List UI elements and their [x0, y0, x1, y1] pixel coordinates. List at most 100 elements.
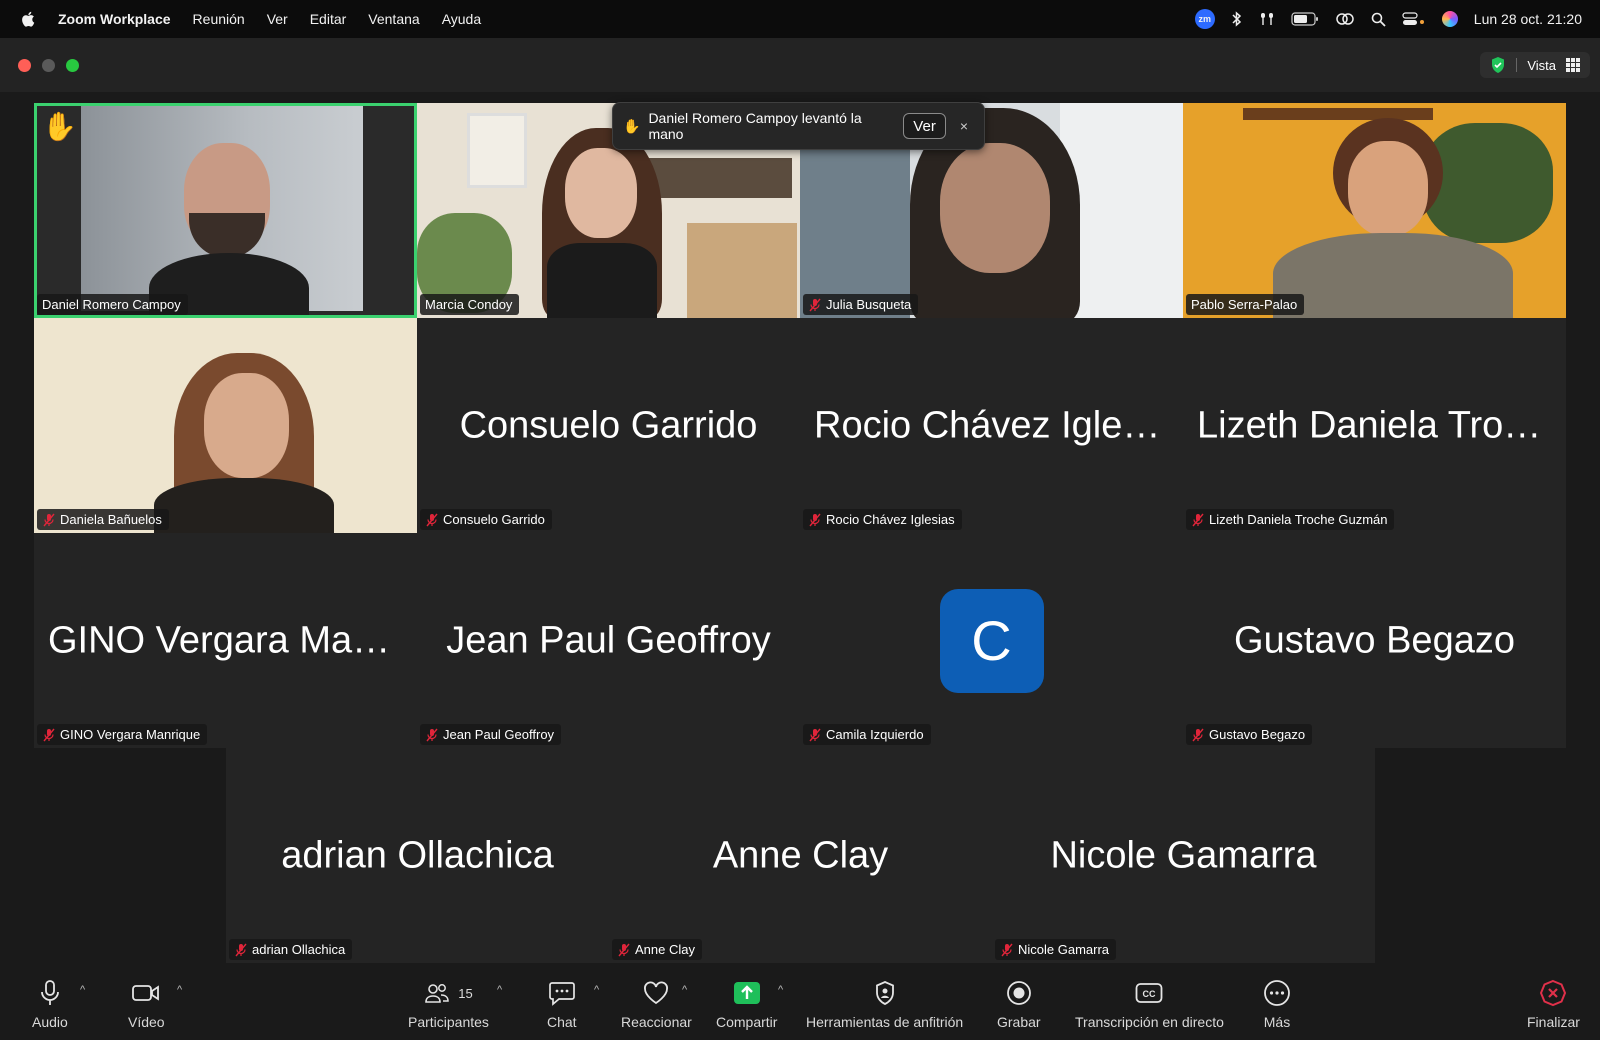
participant-name: Daniel Romero Campoy	[42, 297, 181, 312]
participants-options-chevron-up-icon[interactable]: ^	[497, 984, 502, 996]
video-gallery: ✋ Daniel Romero Campoy Marcia Condoy Jul…	[0, 92, 1600, 964]
avatar: C	[939, 588, 1044, 693]
host-tools-label: Herramientas de anfitrión	[806, 1014, 964, 1030]
muted-mic-icon	[43, 728, 55, 741]
participant-video	[34, 318, 417, 533]
participants-count: 15	[458, 985, 473, 1001]
participant-display-name: Rocio Chávez Iglesias	[814, 404, 1183, 446]
screen-mirroring-icon[interactable]	[1335, 11, 1355, 27]
video-button[interactable]: Vídeo	[128, 978, 165, 1030]
participant-name: Nicole Gamarra	[1018, 942, 1110, 957]
participant-tile-consuelo[interactable]: Consuelo Garrido Consuelo Garrido	[417, 318, 800, 533]
menu-app-name[interactable]: Zoom Workplace	[58, 11, 171, 27]
status-area: zm Lun 28 oct. 21:20	[1194, 9, 1582, 29]
participants-icon	[425, 984, 449, 1003]
participant-name-tag: Gustavo Begazo	[1186, 724, 1313, 745]
participant-name-tag: Consuelo Garrido	[420, 509, 552, 530]
participant-tile-lizeth[interactable]: Lizeth Daniela Troch... Lizeth Daniela T…	[1183, 318, 1566, 533]
participant-tile-gustavo[interactable]: Gustavo Begazo Gustavo Begazo	[1183, 533, 1566, 748]
record-button[interactable]: Grabar	[997, 978, 1041, 1030]
fullscreen-window-button[interactable]	[66, 58, 79, 72]
participant-tile-pablo[interactable]: Pablo Serra-Palao	[1183, 103, 1566, 318]
muted-mic-icon	[426, 513, 438, 526]
muted-mic-icon	[809, 298, 821, 311]
participants-button[interactable]: 15 Participantes	[408, 978, 489, 1030]
participant-tile-daniela[interactable]: Daniela Bañuelos	[34, 318, 417, 533]
audio-button[interactable]: Audio	[32, 978, 68, 1030]
svg-text:CC: CC	[1143, 989, 1156, 999]
spotlight-search-icon[interactable]	[1371, 12, 1386, 27]
audio-label: Audio	[32, 1014, 68, 1030]
menu-ayuda[interactable]: Ayuda	[442, 11, 481, 27]
participant-name: Consuelo Garrido	[443, 512, 545, 527]
chat-options-chevron-up-icon[interactable]: ^	[594, 984, 599, 996]
share-options-chevron-up-icon[interactable]: ^	[778, 984, 783, 996]
video-label: Vídeo	[128, 1014, 165, 1030]
host-tools-button[interactable]: Herramientas de anfitrión	[806, 978, 963, 1030]
muted-mic-icon	[809, 513, 821, 526]
participant-tile-daniel[interactable]: ✋ Daniel Romero Campoy	[34, 103, 417, 318]
menu-ver[interactable]: Ver	[267, 11, 288, 27]
apple-logo-icon[interactable]	[20, 10, 38, 28]
participant-name: Lizeth Daniela Troche Guzmán	[1209, 512, 1388, 527]
menubar-clock[interactable]: Lun 28 oct. 21:20	[1474, 11, 1582, 27]
end-meeting-button[interactable]: Finalizar	[1527, 978, 1580, 1030]
participant-display-name: Consuelo Garrido	[459, 404, 758, 446]
participant-name-tag: Marcia Condoy	[420, 294, 520, 315]
bluetooth-icon[interactable]	[1231, 11, 1243, 27]
view-hand-button[interactable]: Ver	[903, 113, 946, 139]
macos-menu-bar: Zoom Workplace Reunión Ver Editar Ventan…	[0, 0, 1600, 38]
audio-options-chevron-up-icon[interactable]: ^	[80, 984, 85, 996]
participant-tile-anne[interactable]: Anne Clay Anne Clay	[609, 748, 992, 963]
encryption-shield-icon[interactable]	[1490, 56, 1506, 74]
zoom-status-icon[interactable]: zm	[1194, 9, 1215, 29]
siri-icon[interactable]	[1441, 11, 1458, 27]
control-center-icon[interactable]	[1402, 12, 1426, 26]
participant-name-tag: Jean Paul Geoffroy	[420, 724, 562, 745]
end-meeting-icon	[1540, 979, 1567, 1007]
menu-editar[interactable]: Editar	[310, 11, 347, 27]
gallery-grid-icon[interactable]	[1566, 58, 1580, 72]
participant-name: Rocio Chávez Iglesias	[826, 512, 955, 527]
video-options-chevron-up-icon[interactable]: ^	[177, 984, 182, 996]
live-captions-label: Transcripción en directo	[1075, 1014, 1224, 1030]
participant-tile-nicole[interactable]: Nicole Gamarra Nicole Gamarra	[992, 748, 1375, 963]
share-label: Compartir	[716, 1014, 778, 1030]
participant-name-tag: Pablo Serra-Palao	[1186, 294, 1305, 315]
chat-button[interactable]: Chat	[547, 978, 577, 1030]
live-captions-button[interactable]: CC Transcripción en directo	[1075, 978, 1224, 1030]
raised-hand-icon: ✋	[623, 117, 641, 134]
record-label: Grabar	[997, 1014, 1041, 1030]
end-meeting-label: Finalizar	[1527, 1014, 1580, 1030]
participant-video	[34, 103, 417, 318]
participant-display-name: Lizeth Daniela Troch...	[1197, 404, 1566, 446]
participant-name-tag: Lizeth Daniela Troche Guzmán	[1186, 509, 1395, 530]
participant-display-name: Jean Paul Geoffroy	[446, 619, 771, 661]
minimize-window-button[interactable]	[42, 58, 55, 72]
microphone-icon	[41, 980, 59, 1005]
participant-name: adrian Ollachica	[252, 942, 346, 957]
window-title-bar: Vista	[0, 38, 1600, 92]
participant-name-tag: Anne Clay	[612, 939, 702, 960]
menu-reunion[interactable]: Reunión	[193, 11, 245, 27]
react-options-chevron-up-icon[interactable]: ^	[682, 984, 687, 996]
close-notification-button[interactable]: ×	[954, 118, 974, 134]
participant-tile-jean-paul[interactable]: Jean Paul Geoffroy Jean Paul Geoffroy	[417, 533, 800, 748]
close-window-button[interactable]	[18, 58, 31, 72]
participant-tile-rocio[interactable]: Rocio Chávez Iglesias Rocio Chávez Igles…	[800, 318, 1183, 533]
view-label[interactable]: Vista	[1527, 58, 1556, 73]
participant-tile-gino[interactable]: GINO Vergara Manri... GINO Vergara Manri…	[34, 533, 417, 748]
participant-tile-adrian[interactable]: adrian Ollachica adrian Ollachica	[226, 748, 609, 963]
participant-tile-camila[interactable]: C Camila Izquierdo	[800, 533, 1183, 748]
view-control[interactable]: Vista	[1480, 52, 1590, 78]
meeting-toolbar: Audio ^ Vídeo ^ 15 Participantes ^ Chat …	[0, 964, 1600, 1040]
more-button[interactable]: Más	[1263, 978, 1291, 1030]
menu-ventana[interactable]: Ventana	[368, 11, 419, 27]
participant-name-tag: Rocio Chávez Iglesias	[803, 509, 962, 530]
battery-icon[interactable]	[1291, 12, 1319, 26]
participant-name: Daniela Bañuelos	[60, 512, 162, 527]
muted-mic-icon	[618, 943, 630, 956]
share-screen-button[interactable]: Compartir	[716, 978, 777, 1030]
airpods-icon[interactable]	[1259, 11, 1275, 27]
participant-name: Gustavo Begazo	[1209, 727, 1306, 742]
